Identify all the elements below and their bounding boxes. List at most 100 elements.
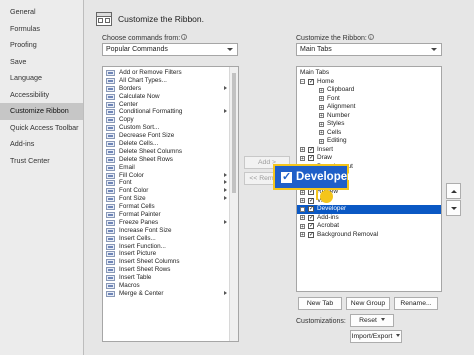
command-item[interactable]: Merge & Center <box>103 290 238 298</box>
command-item[interactable]: Fill Color <box>103 172 238 180</box>
command-item[interactable]: Delete Sheet Rows <box>103 156 238 164</box>
tab-checkbox[interactable]: ✓ <box>308 231 314 238</box>
expand-icon[interactable]: + <box>300 223 305 229</box>
command-item[interactable]: Insert Sheet Columns <box>103 258 238 266</box>
commands-source-select[interactable]: Popular Commands <box>102 43 238 56</box>
tab-checkbox[interactable]: ✓ <box>308 223 314 229</box>
move-down-button[interactable] <box>446 200 461 216</box>
tree-item[interactable]: + Styles <box>297 120 441 129</box>
expand-icon[interactable]: + <box>319 113 324 119</box>
expand-icon[interactable]: + <box>319 130 324 136</box>
expand-icon[interactable]: + <box>300 232 305 238</box>
command-item[interactable]: Format Painter <box>103 211 238 219</box>
command-item[interactable]: Calculate Now <box>103 93 238 101</box>
command-item[interactable]: Freeze Panes <box>103 219 238 227</box>
tab-checkbox[interactable]: ✓ <box>308 206 314 212</box>
expand-icon[interactable]: + <box>300 189 305 195</box>
command-item[interactable]: Delete Sheet Columns <box>103 148 238 156</box>
command-item[interactable]: Macros <box>103 282 238 290</box>
tree-item[interactable]: + Alignment <box>297 103 441 112</box>
tree-item[interactable]: + Clipboard <box>297 86 441 95</box>
command-item[interactable]: Copy <box>103 116 238 124</box>
command-item[interactable]: Font Size <box>103 195 238 203</box>
command-item[interactable]: Insert Cells... <box>103 235 238 243</box>
tabs-select[interactable]: Main Tabs <box>296 43 442 56</box>
expand-icon[interactable]: + <box>319 138 324 144</box>
expand-icon[interactable]: + <box>319 96 324 102</box>
collapse-icon[interactable]: − <box>300 79 305 85</box>
submenu-arrow-icon <box>224 219 227 224</box>
move-up-button[interactable] <box>446 183 461 199</box>
developer-callout: ✓ Developer <box>273 164 352 190</box>
tree-item[interactable]: + Cells <box>297 129 441 138</box>
command-item[interactable]: Insert Sheet Rows <box>103 266 238 274</box>
command-item[interactable]: Borders <box>103 85 238 93</box>
tab-checkbox[interactable]: ✓ <box>308 155 314 161</box>
command-item[interactable]: Insert Picture <box>103 250 238 258</box>
command-item[interactable]: Center <box>103 101 238 109</box>
tree-item-label: Cells <box>327 128 342 136</box>
tree-item[interactable]: − ✓ Home <box>297 78 441 87</box>
expand-icon[interactable]: + <box>300 215 305 221</box>
tree-item-label: Add-ins <box>317 213 339 221</box>
tree-item[interactable]: + ✓ Add-ins <box>297 214 441 223</box>
commands-list[interactable]: Add or Remove Filters All Chart Types... B… <box>102 66 239 342</box>
command-item[interactable]: Add or Remove Filters <box>103 69 238 77</box>
import-export-button[interactable]: Import/Export <box>350 330 402 343</box>
sidebar-item-customize-ribbon[interactable]: Customize Ribbon <box>0 103 83 120</box>
sidebar-item-quick-access-toolbar[interactable]: Quick Access Toolbar <box>0 120 83 137</box>
command-item[interactable]: Format Cells <box>103 203 238 211</box>
sidebar-item-general[interactable]: General <box>0 4 83 21</box>
new-tab-button[interactable]: New Tab <box>298 297 342 310</box>
command-item[interactable]: Insert Function... <box>103 243 238 251</box>
commands-scrollbar-thumb[interactable] <box>232 73 236 193</box>
tab-checkbox[interactable]: ✓ <box>308 146 314 153</box>
command-item[interactable]: Decrease Font Size <box>103 132 238 140</box>
tab-checkbox[interactable]: ✓ <box>308 197 314 204</box>
expand-icon[interactable]: + <box>319 121 324 127</box>
command-item[interactable]: Insert Table <box>103 274 238 282</box>
tree-item[interactable]: + ✓ Insert <box>297 146 441 155</box>
expand-icon[interactable]: + <box>300 206 305 212</box>
command-label: Insert Table <box>119 274 152 282</box>
command-item[interactable]: All Chart Types... <box>103 77 238 85</box>
command-item[interactable]: Email <box>103 164 238 172</box>
tree-item[interactable]: + Editing <box>297 137 441 146</box>
tree-item[interactable]: + ✓ Background Removal <box>297 231 441 240</box>
expand-icon[interactable]: + <box>319 87 324 93</box>
tree-item[interactable]: + ✓ Developer <box>297 205 441 214</box>
sidebar-item-trust-center[interactable]: Trust Center <box>0 153 83 170</box>
command-label: Macros <box>119 282 140 290</box>
expand-icon[interactable]: + <box>300 155 305 161</box>
tree-item[interactable]: + ✓ Draw <box>297 154 441 163</box>
tree-item[interactable]: + Font <box>297 95 441 104</box>
copy-icon <box>106 117 115 124</box>
command-item[interactable]: Delete Cells... <box>103 140 238 148</box>
sidebar-item-add-ins[interactable]: Add-ins <box>0 136 83 153</box>
sidebar-item-language[interactable]: Language <box>0 70 83 87</box>
commands-scrollbar[interactable] <box>229 67 238 341</box>
new-group-button[interactable]: New Group <box>346 297 390 310</box>
sidebar-item-save[interactable]: Save <box>0 54 83 71</box>
sidebar-item-formulas[interactable]: Formulas <box>0 21 83 38</box>
submenu-arrow-icon <box>224 172 227 177</box>
tab-checkbox[interactable]: ✓ <box>308 78 314 85</box>
tree-item[interactable]: + ✓ Acrobat <box>297 222 441 231</box>
font-icon <box>106 180 115 187</box>
command-item[interactable]: Conditional Formatting <box>103 108 238 116</box>
sidebar-item-proofing[interactable]: Proofing <box>0 37 83 54</box>
rename-button[interactable]: Rename... <box>394 297 438 310</box>
font-color-icon <box>106 188 115 195</box>
command-item[interactable]: Increase Font Size <box>103 227 238 235</box>
tree-item[interactable]: + Number <box>297 112 441 121</box>
command-item[interactable]: Font <box>103 179 238 187</box>
command-label: Insert Sheet Rows <box>119 266 171 274</box>
sidebar-item-accessibility[interactable]: Accessibility <box>0 87 83 104</box>
expand-icon[interactable]: + <box>300 147 305 153</box>
expand-icon[interactable]: + <box>319 104 324 110</box>
expand-icon[interactable]: + <box>300 198 305 204</box>
reset-button[interactable]: Reset <box>350 314 394 327</box>
command-item[interactable]: Custom Sort... <box>103 124 238 132</box>
tab-checkbox[interactable]: ✓ <box>308 214 314 221</box>
command-item[interactable]: Font Color <box>103 187 238 195</box>
